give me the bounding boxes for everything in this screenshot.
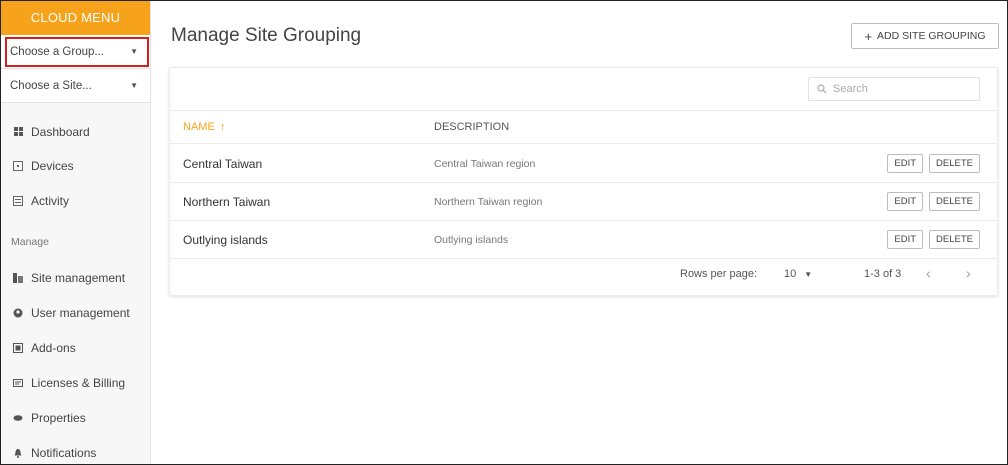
site-select-value: Choose a Site... bbox=[10, 79, 92, 92]
dashboard-icon bbox=[13, 127, 23, 137]
site-select[interactable]: Choose a Site... ▼ bbox=[1, 69, 150, 103]
group-select-value: Choose a Group... bbox=[10, 45, 104, 58]
sidebar-item-activity[interactable]: Activity bbox=[1, 183, 150, 218]
sidebar-item-devices[interactable]: Devices bbox=[1, 148, 150, 183]
caret-down-icon: ▼ bbox=[804, 269, 813, 279]
sidebar-item-licenses-billing[interactable]: Licenses & Billing bbox=[1, 365, 150, 400]
devices-icon bbox=[13, 160, 23, 171]
edit-button[interactable]: EDIT bbox=[887, 230, 924, 249]
bell-icon bbox=[13, 448, 23, 458]
column-name-label: NAME bbox=[183, 121, 215, 133]
search-icon bbox=[817, 84, 827, 94]
sidebar-item-notifications[interactable]: Notifications bbox=[1, 435, 150, 465]
column-header-name[interactable]: NAME ↑ bbox=[183, 121, 225, 133]
delete-button[interactable]: DELETE bbox=[929, 192, 980, 211]
column-header-description[interactable]: DESCRIPTION bbox=[434, 121, 509, 133]
row-name: Northern Taiwan bbox=[183, 194, 271, 209]
sidebar-item-site-management[interactable]: Site management bbox=[1, 260, 150, 295]
sidebar-item-label: Licenses & Billing bbox=[31, 375, 126, 390]
sidebar-item-add-ons[interactable]: Add-ons bbox=[1, 330, 150, 365]
site-management-icon bbox=[13, 272, 23, 283]
sidebar-item-user-management[interactable]: User management bbox=[1, 295, 150, 330]
rows-per-page-label: Rows per page: bbox=[680, 268, 758, 280]
table-row[interactable]: Northern Taiwan Northern Taiwan region E… bbox=[170, 183, 997, 221]
row-name: Central Taiwan bbox=[183, 156, 263, 171]
next-page-icon[interactable]: › bbox=[966, 265, 971, 281]
add-button-label: ADD SITE GROUPING bbox=[877, 30, 986, 42]
table-header: NAME ↑ DESCRIPTION bbox=[170, 110, 997, 144]
caret-down-icon: ▼ bbox=[130, 47, 138, 56]
main-content: Manage Site Grouping + ADD SITE GROUPING… bbox=[152, 1, 1007, 464]
edit-button[interactable]: EDIT bbox=[887, 154, 924, 173]
sidebar-item-label: Site management bbox=[31, 270, 126, 285]
page-title: Manage Site Grouping bbox=[171, 25, 362, 46]
row-description: Central Taiwan region bbox=[434, 157, 536, 170]
cloud-menu-header[interactable]: CLOUD MENU bbox=[1, 1, 150, 35]
rows-per-page-value: 10 bbox=[784, 268, 797, 280]
sidebar-item-label: User management bbox=[31, 305, 130, 320]
row-description: Outlying islands bbox=[434, 233, 509, 246]
properties-icon bbox=[13, 413, 23, 423]
caret-down-icon: ▼ bbox=[130, 81, 138, 90]
sidebar-item-label: Devices bbox=[31, 158, 74, 173]
activity-icon bbox=[13, 195, 23, 206]
row-name: Outlying islands bbox=[183, 232, 268, 247]
sort-ascending-icon: ↑ bbox=[219, 121, 226, 133]
search-input[interactable]: Search bbox=[808, 77, 980, 101]
sidebar-item-label: Dashboard bbox=[31, 124, 90, 139]
sidebar-item-dashboard[interactable]: Dashboard bbox=[1, 115, 150, 148]
sidebar-item-label: Add-ons bbox=[31, 340, 76, 355]
rows-per-page-select[interactable]: 10 ▼ bbox=[784, 268, 812, 280]
section-label-manage: Manage bbox=[11, 236, 49, 248]
table-pagination: Rows per page: 10 ▼ 1-3 of 3 ‹ › bbox=[170, 260, 997, 290]
add-ons-icon bbox=[13, 342, 23, 353]
sidebar-item-label: Activity bbox=[31, 193, 70, 208]
delete-button[interactable]: DELETE bbox=[929, 154, 980, 173]
licenses-icon bbox=[13, 378, 23, 388]
site-grouping-table-card: Search NAME ↑ DESCRIPTION Central Taiwan… bbox=[169, 67, 998, 296]
search-placeholder: Search bbox=[833, 83, 868, 95]
table-row[interactable]: Outlying islands Outlying islands EDIT D… bbox=[170, 221, 997, 259]
row-description: Northern Taiwan region bbox=[434, 195, 543, 208]
group-select[interactable]: Choose a Group... ▼ bbox=[1, 35, 150, 69]
sidebar-item-properties[interactable]: Properties bbox=[1, 400, 150, 435]
sidebar-item-label: Notifications bbox=[31, 445, 97, 460]
sidebar: CLOUD MENU Choose a Group... ▼ Choose a … bbox=[1, 1, 151, 464]
pagination-range: 1-3 of 3 bbox=[864, 268, 902, 280]
plus-icon: + bbox=[864, 28, 873, 44]
add-site-grouping-button[interactable]: + ADD SITE GROUPING bbox=[851, 23, 999, 49]
table-row[interactable]: Central Taiwan Central Taiwan region EDI… bbox=[170, 145, 997, 183]
edit-button[interactable]: EDIT bbox=[887, 192, 924, 211]
previous-page-icon[interactable]: ‹ bbox=[926, 265, 931, 281]
delete-button[interactable]: DELETE bbox=[929, 230, 980, 249]
user-management-icon bbox=[13, 308, 23, 318]
sidebar-item-label: Properties bbox=[31, 410, 86, 425]
